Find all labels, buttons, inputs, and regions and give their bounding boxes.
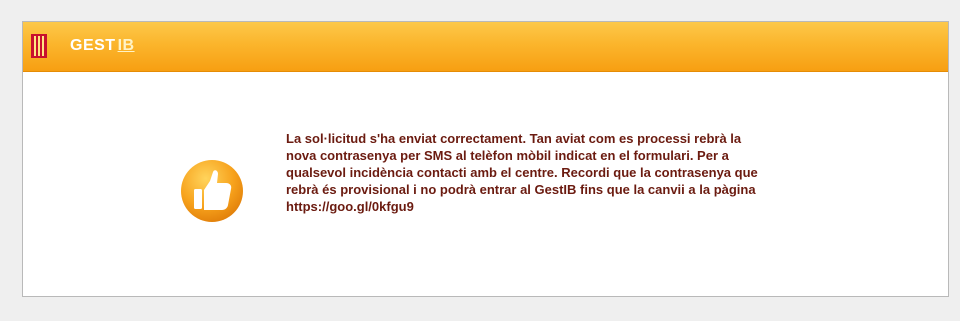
confirmation-message: La sol·licitud s'ha enviat correctament.…: [286, 131, 758, 214]
brand-suffix-link[interactable]: IB: [118, 37, 135, 54]
institutional-bars-logo-icon: [31, 34, 47, 58]
header-bar: GEST IB: [23, 22, 948, 72]
brand-main: GEST: [70, 37, 116, 54]
confirmation-panel: GEST IB La sol·licitud s'ha enviat correc…: [22, 21, 949, 297]
thumbs-up-icon: [181, 160, 243, 222]
brand-name: GEST IB: [70, 37, 135, 55]
